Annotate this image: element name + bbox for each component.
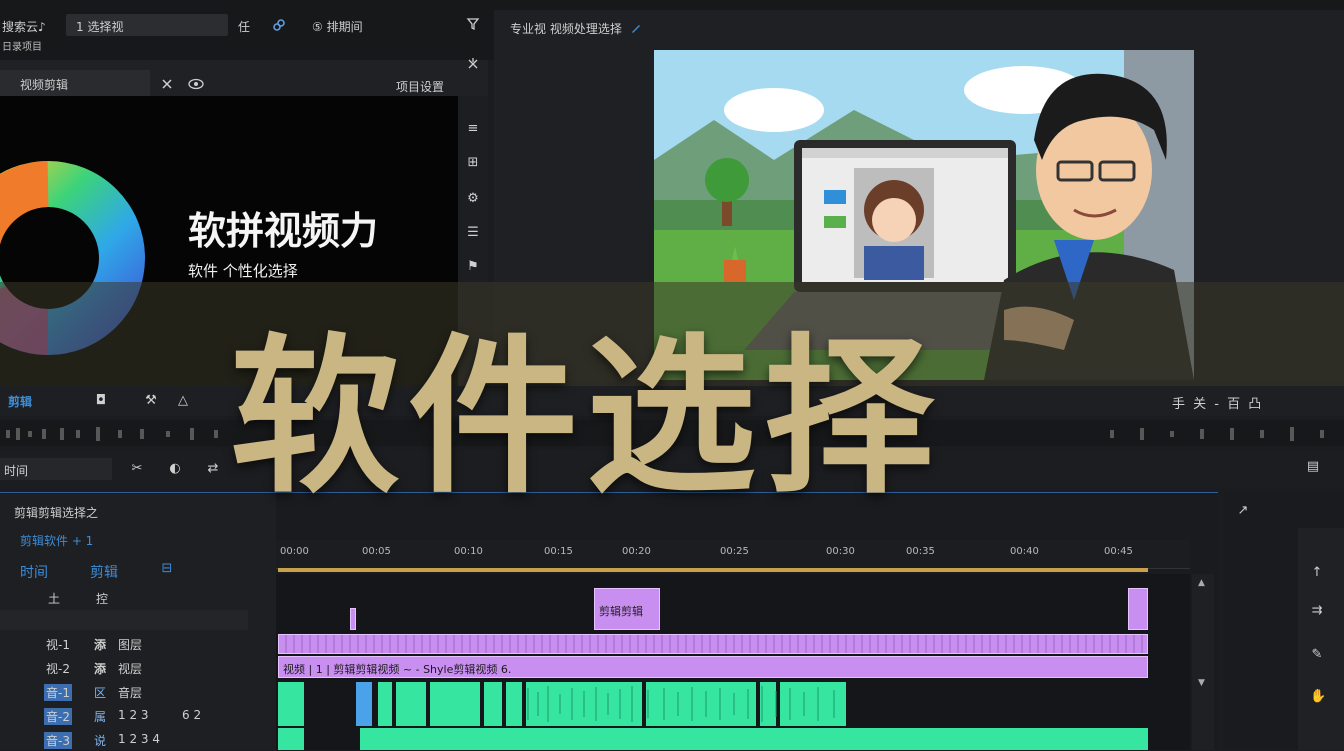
track-4-b: 区 [94,686,107,700]
track-4-c: 音层 [118,686,143,700]
track-5-a: 音-2 [44,708,72,725]
tool-row-field-label: 时间 [4,464,29,478]
mid-toolbar-right[interactable]: 手 关 - 百 凸 [1172,393,1263,412]
source-tab-label: 视频剪辑 [20,78,69,92]
ruler-tick: 00:00 [280,546,309,557]
stack-icon[interactable]: ☰ [466,226,480,240]
ruler-tick: 00:30 [826,546,855,557]
source-right-label: 项目设置 [396,80,445,94]
hand-tool-icon[interactable]: ✋ [1310,690,1326,704]
ruler-tick: 00:35 [906,546,935,557]
program-title: 专业视 视频处理选择 [510,22,622,36]
timeline-scrollbar[interactable]: ▲ ▼ [1192,574,1214,750]
work-area-bar[interactable] [278,568,1148,572]
grid-icon[interactable]: ⊞ [466,156,480,170]
flag-icon[interactable]: ⚑ [466,260,480,274]
track-header-5[interactable]: 音-2 属 1 2 3 6 2 [0,704,276,726]
track-header-0[interactable]: 土 控 [0,586,276,610]
timeline-clip[interactable] [350,608,356,630]
timeline-sub2a[interactable]: 时间 [20,562,48,582]
mid-top-button[interactable]: 任 [238,18,250,35]
wrench-icon[interactable]: ⚒ [144,394,158,408]
snap-icon[interactable]: ⊟ [160,562,174,576]
track-3-b: 添 [94,662,107,676]
ruler-tick: 00:15 [544,546,573,557]
top-bar-left-label[interactable]: 搜索云♪ [2,18,46,35]
track-header-4[interactable]: 音-1 区 音层 [0,680,276,702]
track-6-c: 1 2 3 4 [118,732,160,746]
track-3-a: 视-2 [46,662,70,676]
expand-icon[interactable]: ↗ [1236,504,1250,518]
timeline-clip-audio-a[interactable] [278,634,1148,654]
track-header-3[interactable]: 视-2 添 视层 [0,656,276,678]
track-0-c: 控 [96,592,109,606]
eye-icon[interactable] [188,76,204,95]
track-6-b: 说 [94,734,107,748]
track-header-2[interactable]: 视-1 添 图层 [0,632,276,654]
scroll-down-icon[interactable]: ▼ [1198,678,1205,688]
track-2-c: 图层 [118,638,143,652]
ruler-tick: 00:05 [362,546,391,557]
track-4-a: 音-1 [44,684,72,701]
promo-subtitle: 软件 个性化选择 [188,262,298,280]
right-tools-strip [1298,528,1344,750]
razor-tool-icon[interactable]: ✂ [130,462,144,476]
track-header-6[interactable]: 音-3 说 1 2 3 4 [0,728,276,750]
track-header-1[interactable] [0,610,248,630]
search-field-value: 1 选择视 [76,20,124,34]
track-6-a: 音-3 [44,732,72,749]
track-0-a: 土 [48,592,61,606]
promo-title: 软拼视频力 [188,209,379,253]
track-2-a: 视-1 [46,638,70,652]
pin-icon[interactable] [466,56,480,75]
close-icon[interactable] [160,76,174,95]
panel-toggle-icon[interactable]: ▤ [1306,460,1320,474]
source-tab[interactable]: 视频剪辑 [0,70,150,96]
camera-icon[interactable]: ◘ [94,394,108,408]
timeline-clip-long[interactable]: 视频 | 1 | 剪辑剪辑视频 ~ - Shyle剪辑视频 6. [278,656,1148,678]
track-2-b: 添 [94,638,107,652]
ruler-tick: 00:20 [622,546,651,557]
ruler-tick: 00:45 [1104,546,1133,557]
clip-waveforms [527,686,835,722]
timeline-sub2b[interactable]: 剪辑 [90,562,118,582]
timeline-sub1[interactable]: 剪辑软件 + 1 [20,532,93,549]
edit-pencil-icon[interactable] [630,19,642,38]
top-bar-left-sub: 日录项目 [2,42,42,53]
triangle-icon[interactable]: △ [176,394,190,408]
clip-label: 剪辑剪辑 [599,605,643,618]
timeline-clip[interactable] [1128,588,1148,630]
timeline-clip-titled[interactable]: 剪辑剪辑 [594,588,660,630]
track-5-c: 1 2 3 [118,708,149,722]
search-field[interactable]: 1 选择视 [66,14,228,36]
track-5-d: 6 2 [182,708,202,722]
ruler-tick: 00:40 [1010,546,1039,557]
pen-tool-icon[interactable]: ✎ [1310,648,1324,662]
link-icon[interactable] [272,17,286,36]
track-3-c: 视层 [118,662,143,676]
settings-icon[interactable]: ⚙ [466,192,480,206]
long-clip-label: 视频 | 1 | 剪辑剪辑视频 ~ - Shyle剪辑视频 6. [283,663,512,676]
list-icon[interactable]: ≡ [466,122,480,136]
ripple-tool-icon[interactable]: ◐ [168,462,182,476]
ruler-tick: 00:25 [720,546,749,557]
ruler-tick: 00:10 [454,546,483,557]
filter-icon[interactable] [466,16,480,35]
headline-text: 软件选择 [230,319,943,517]
scroll-up-icon[interactable]: ▲ [1198,578,1205,588]
schedule-link[interactable]: ⑤ 排期间 [312,18,363,35]
timeline-heading: 剪辑剪辑选择之 [14,506,99,520]
mid-toolbar-label[interactable]: 剪辑 [8,393,32,410]
slip-tool-icon[interactable]: ⇄ [206,462,220,476]
track-5-b: 属 [94,710,107,724]
selection-tool-icon[interactable]: ↑ [1310,566,1324,580]
tool-row-field[interactable]: 时间 [0,458,112,480]
track-select-icon[interactable]: ⇉ [1310,604,1324,618]
